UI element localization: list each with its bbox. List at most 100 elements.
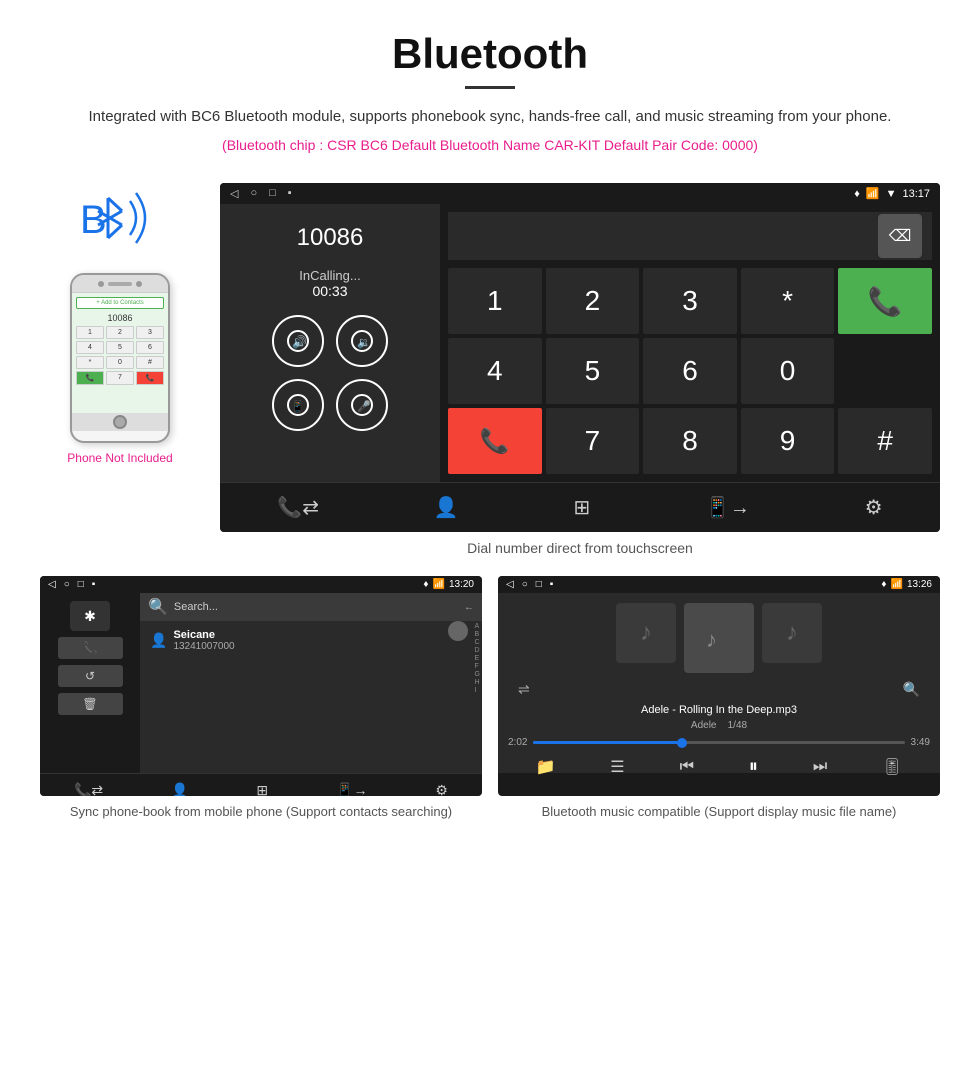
pb-back-arrow[interactable]: ← [464, 602, 474, 613]
pb-recent[interactable]: □ [78, 579, 84, 590]
page-header: Bluetooth Integrated with BC6 Bluetooth … [0, 0, 980, 183]
num-key-9[interactable]: 9 [741, 408, 835, 474]
music-track-info: 1/48 [728, 720, 747, 731]
music-caption: Bluetooth music compatible (Support disp… [498, 802, 940, 822]
phonebook-delete-btn[interactable]: 🗑 [58, 693, 123, 715]
pb-status-right: ♦ 📶 13:20 [423, 579, 474, 590]
contact-avatar-icon: 👤 [150, 632, 167, 649]
phone-number-display: 10086 [76, 313, 164, 323]
music-folder-button[interactable]: 📁 [535, 757, 555, 777]
phonebook-sync-btn[interactable]: ↺ [58, 665, 123, 687]
music-albums: ♪ ♪ ♪ [508, 603, 930, 673]
scrollbar-thumb[interactable] [448, 621, 468, 641]
equalizer-button[interactable]: 🎚 [882, 757, 902, 777]
num-key-4[interactable]: 4 [448, 338, 542, 404]
music-time-current: 2:02 [508, 737, 527, 748]
pb-search-icon: 🔍 [148, 597, 168, 617]
shuffle-button[interactable]: ⇌ [518, 681, 530, 698]
volume-up-button[interactable]: 🔊 [272, 315, 324, 367]
transfer-button[interactable]: 📱 [272, 379, 324, 431]
call-button[interactable]: 📞 [838, 268, 932, 334]
music-playback-controls: 📁 ☰ ⏮ ⏸ ⏭ 🎚 [508, 756, 930, 777]
pb-back[interactable]: ◁ [48, 579, 56, 590]
pb-home[interactable]: ○ [64, 579, 70, 590]
phone-section: B + Add to Contacts 10086 [40, 183, 200, 465]
dialer-right-panel: ⌫ 1 2 3 * 📞 4 5 6 0 📞 7 8 [440, 204, 940, 482]
num-key-hash[interactable]: # [838, 408, 932, 474]
mute-button[interactable]: 🎤 [336, 379, 388, 431]
notification-icon: ▪ [288, 187, 292, 200]
numpad: 1 2 3 * 📞 4 5 6 0 📞 7 8 9 # [448, 268, 932, 474]
toolbar-dialpad[interactable]: ⊞ [561, 491, 602, 524]
title-underline [465, 86, 515, 89]
pb-toolbar-transfer[interactable]: 📱→ [324, 778, 379, 796]
volume-down-button[interactable]: 🔉 [336, 315, 388, 367]
phonebook-toolbar: 📞⇄ 👤 ⊞ 📱→ ⚙ [40, 773, 482, 796]
music-recent[interactable]: □ [536, 579, 542, 590]
svg-text:🔊: 🔊 [292, 334, 307, 349]
pb-signal: 📶 [433, 579, 445, 590]
bluetooth-graphic: B [70, 183, 170, 253]
pb-toolbar-phone[interactable]: 📞⇄ [62, 778, 115, 796]
toolbar-contacts[interactable]: 👤 [422, 491, 471, 524]
pb-contact-item[interactable]: 👤 Seicane 13241007000 [140, 621, 482, 660]
phone-not-included-label: Phone Not Included [67, 451, 172, 465]
dialer-area: 10086 InCalling... 00:33 🔊 🔉 📱 [220, 204, 940, 482]
music-screen: ◁ ○ □ ▪ ♦ 📶 13:26 ♪ [498, 576, 940, 796]
prev-track-button[interactable]: ⏮ [680, 758, 694, 776]
pb-toolbar-settings[interactable]: ⚙ [423, 778, 460, 796]
phonebook-call-btn[interactable]: 📞 [58, 637, 123, 659]
main-content: B + Add to Contacts 10086 [0, 183, 980, 572]
phone-bottom [72, 413, 168, 431]
toolbar-transfer[interactable]: 📱→ [693, 491, 762, 524]
pb-toolbar-dialpad[interactable]: ⊞ [244, 778, 280, 796]
svg-text:🎤: 🎤 [357, 399, 371, 413]
next-track-button[interactable]: ⏭ [813, 758, 827, 776]
music-status-right: ♦ 📶 13:26 [881, 579, 932, 590]
toolbar-settings[interactable]: ⚙ [853, 491, 895, 524]
phone-speaker [108, 282, 132, 286]
phone-key-2: 2 [106, 326, 134, 339]
music-status-left: ◁ ○ □ ▪ [506, 579, 553, 590]
play-pause-button[interactable]: ⏸ [749, 756, 758, 777]
album-art-right: ♪ [762, 603, 822, 663]
phonebook-left-panel: ✱ 📞 ↺ 🗑 [40, 593, 140, 773]
page-description: Integrated with BC6 Bluetooth module, su… [60, 105, 920, 129]
num-key-6[interactable]: 6 [643, 338, 737, 404]
pb-toolbar-contacts[interactable]: 👤 [159, 778, 200, 796]
recent-btn[interactable]: □ [269, 187, 276, 200]
music-screen-wrap: ◁ ○ □ ▪ ♦ 📶 13:26 ♪ [498, 576, 940, 822]
svg-text:🔉: 🔉 [357, 337, 371, 349]
call-status: InCalling... 00:33 [299, 268, 360, 299]
music-home[interactable]: ○ [522, 579, 528, 590]
phone-key-3: 3 [136, 326, 164, 339]
phone-key-7: 7 [106, 371, 134, 385]
toolbar-phone[interactable]: 📞⇄ [265, 491, 331, 524]
phonebook-screen-wrap: ◁ ○ □ ▪ ♦ 📶 13:20 ✱ 📞 ↺ 🗑 [40, 576, 482, 822]
num-key-7[interactable]: 7 [546, 408, 640, 474]
num-key-star[interactable]: * [741, 268, 835, 334]
status-time: 13:17 [902, 188, 930, 200]
backspace-button[interactable]: ⌫ [878, 214, 922, 258]
music-back[interactable]: ◁ [506, 579, 514, 590]
num-key-1[interactable]: 1 [448, 268, 542, 334]
call-number: 10086 [297, 224, 364, 252]
pb-location: ♦ [423, 579, 428, 590]
home-btn[interactable]: ○ [250, 187, 257, 200]
search-music-button[interactable]: 🔍 [903, 681, 920, 698]
pb-time: 13:20 [449, 579, 474, 590]
music-progress-bar[interactable] [533, 741, 904, 744]
music-playlist-button[interactable]: ☰ [610, 757, 624, 777]
num-key-3[interactable]: 3 [643, 268, 737, 334]
status-left: ◁ ○ □ ▪ [230, 187, 292, 200]
back-btn[interactable]: ◁ [230, 187, 238, 200]
phone-keypad: 1 2 3 4 5 6 * 0 # 📞 7 📞 [76, 326, 164, 385]
num-key-0[interactable]: 0 [741, 338, 835, 404]
phone-camera-dot [98, 281, 104, 287]
num-key-8[interactable]: 8 [643, 408, 737, 474]
phone-home-button [113, 415, 127, 429]
end-call-button[interactable]: 📞 [448, 408, 542, 474]
num-key-5[interactable]: 5 [546, 338, 640, 404]
num-key-2[interactable]: 2 [546, 268, 640, 334]
bluetooth-icon-area: B [70, 183, 170, 263]
